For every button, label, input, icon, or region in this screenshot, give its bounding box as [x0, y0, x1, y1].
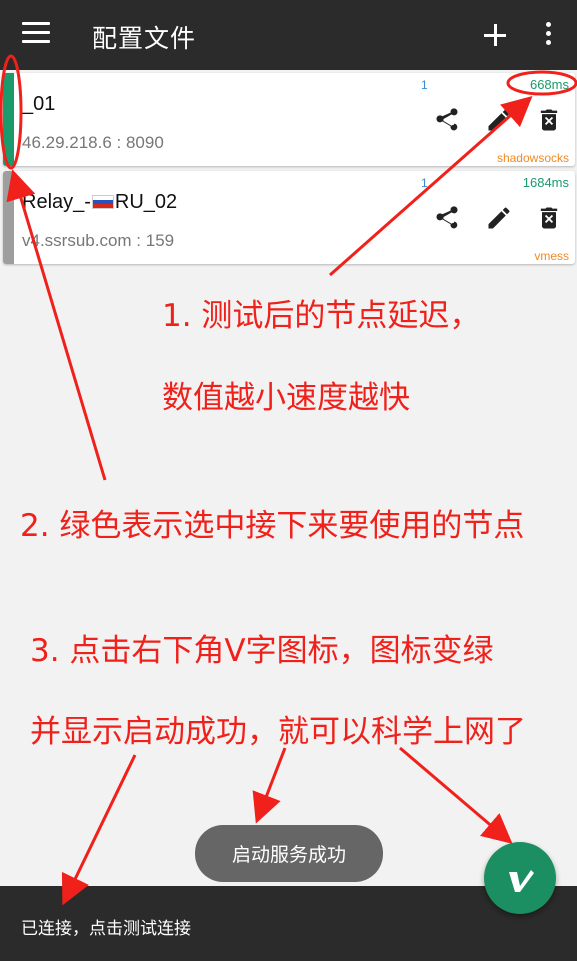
- selected-indicator: [3, 73, 14, 166]
- page-title: 配置文件: [92, 24, 197, 53]
- edit-icon[interactable]: [485, 106, 513, 134]
- server-index: 1: [421, 78, 428, 92]
- server-type: vmess: [534, 249, 569, 263]
- server-latency: 1684ms: [522, 175, 569, 190]
- server-card-1[interactable]: _01 46.29.218.6 : 8090 1 668ms shadowsoc…: [3, 73, 575, 166]
- server-name-prefix: Relay_-: [22, 191, 91, 213]
- server-latency: 668ms: [529, 77, 569, 92]
- annotation-latency-line2: 数值越小速度越快: [162, 380, 410, 416]
- share-icon[interactable]: [433, 204, 461, 232]
- unselected-indicator: [3, 171, 14, 264]
- start-vpn-button[interactable]: [484, 842, 556, 914]
- server-card-2[interactable]: Relay_- RU_02 v4.ssrsub.com : 159 1 1684m…: [3, 171, 575, 264]
- arrow-to-status: [61, 754, 137, 906]
- delete-icon[interactable]: [535, 106, 563, 134]
- menu-icon[interactable]: [22, 22, 50, 48]
- more-vert-icon[interactable]: [542, 22, 554, 48]
- server-type: shadowsocks: [496, 151, 569, 165]
- v-logo-icon: [509, 870, 534, 892]
- server-index: 1: [421, 176, 428, 190]
- server-name-suffix: RU_02: [114, 191, 178, 213]
- server-name: _01: [22, 93, 56, 115]
- russia-flag-icon: [91, 195, 114, 209]
- server-address: 46.29.218.6 : 8090: [22, 133, 164, 152]
- server-name: Relay_- RU_02: [22, 191, 177, 214]
- toast-message: 启动服务成功: [195, 825, 383, 882]
- annotation-latency-line1: 1. 测试后的节点延迟，: [162, 298, 481, 334]
- app-bar: 配置文件: [0, 0, 577, 70]
- delete-icon[interactable]: [535, 204, 563, 232]
- arrow-to-toast: [252, 747, 287, 824]
- edit-icon[interactable]: [485, 204, 513, 232]
- annotation-selected: 2. 绿色表示选中接下来要使用的节点: [20, 508, 525, 544]
- add-icon[interactable]: [482, 21, 510, 49]
- arrow-to-fab: [399, 746, 513, 844]
- share-icon[interactable]: [433, 106, 461, 134]
- connection-status[interactable]: 已连接，点击测试连接: [21, 914, 191, 939]
- server-address: v4.ssrsub.com : 159: [22, 231, 175, 250]
- annotation-start-line2: 并显示启动成功，就可以科学上网了: [30, 714, 526, 750]
- annotation-start-line1: 3. 点击右下角V字图标，图标变绿: [30, 633, 494, 669]
